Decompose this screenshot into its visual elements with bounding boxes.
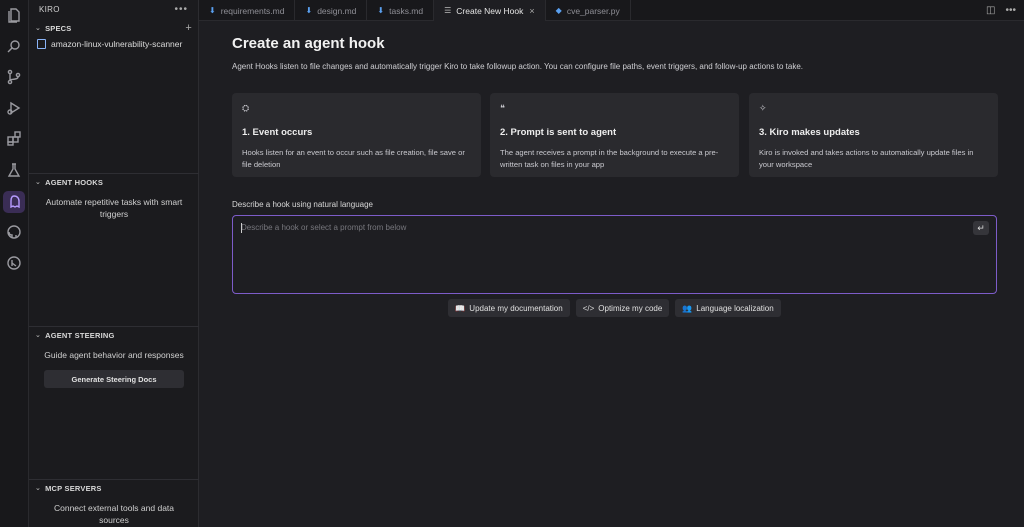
submit-enter-icon[interactable]: ↵ — [973, 221, 989, 235]
hook-description-input[interactable] — [233, 216, 953, 276]
tab-label: design.md — [317, 5, 357, 16]
hook-input-container: ↵ — [232, 215, 997, 294]
code-icon: </> — [582, 303, 595, 313]
step-card-event: ⛭ 1. Event occurs Hooks listen for an ev… — [232, 93, 481, 177]
specs-section-header[interactable]: ⌄ SPECS + — [29, 20, 198, 36]
activity-bar — [0, 0, 29, 527]
chevron-down-icon: ⌄ — [35, 485, 42, 492]
card-body: Kiro is invoked and takes actions to aut… — [759, 148, 974, 169]
people-icon: 👥 — [682, 303, 693, 313]
editor-actions: ◫ ••• — [986, 0, 1024, 20]
markdown-icon: ⬇ — [209, 6, 216, 15]
split-editor-icon[interactable]: ◫ — [986, 5, 995, 16]
sidebar-header: KIRO ••• — [29, 0, 198, 18]
search-icon[interactable] — [4, 36, 24, 56]
sidebar-title: KIRO — [39, 4, 60, 14]
markdown-icon: ⬇ — [305, 6, 313, 15]
suggestion-label: Update my documentation — [469, 303, 563, 313]
tab-cve-parser[interactable]: ◆ cve_parser.py — [546, 0, 631, 21]
extensions-icon[interactable] — [4, 129, 24, 149]
update-documentation-button[interactable]: 📖 Update my documentation — [448, 299, 570, 317]
run-debug-icon[interactable] — [4, 98, 24, 118]
testing-icon[interactable] — [4, 160, 24, 180]
hook-icon: ☰ — [444, 6, 452, 15]
sparkle-icon: ✧ — [759, 103, 767, 113]
chevron-down-icon: ⌄ — [35, 332, 42, 339]
card-title: 3. Kiro makes updates — [759, 127, 860, 138]
mcp-servers-section-header[interactable]: ⌄ MCP SERVERS — [29, 480, 199, 496]
text-cursor — [241, 223, 242, 233]
agent-steering-header-label: AGENT STEERING — [45, 330, 115, 340]
kiro-icon[interactable] — [3, 191, 25, 213]
python-icon: ◆ — [555, 6, 562, 15]
suggestion-label: Language localization — [696, 303, 774, 313]
agent-hooks-section-header[interactable]: ⌄ AGENT HOOKS — [29, 174, 199, 190]
close-icon[interactable]: × — [529, 6, 534, 16]
page-description: Agent Hooks listen to file changes and a… — [232, 62, 803, 71]
card-body: The agent receives a prompt in the backg… — [500, 148, 719, 169]
tab-label: cve_parser.py — [566, 5, 620, 16]
gitlens-icon[interactable] — [4, 253, 24, 273]
language-localization-button[interactable]: 👥 Language localization — [675, 299, 781, 317]
step-card-updates: ✧ 3. Kiro makes updates Kiro is invoked … — [749, 93, 998, 177]
generate-steering-docs-button[interactable]: Generate Steering Docs — [44, 370, 184, 388]
spec-item-label: amazon-linux-vulnerability-scanner — [51, 39, 183, 49]
source-control-icon[interactable] — [4, 67, 24, 87]
mcp-servers-text: Connect external tools and data sources — [53, 503, 175, 525]
agent-steering-section-header[interactable]: ⌄ AGENT STEERING — [29, 327, 199, 343]
card-title: 2. Prompt is sent to agent — [500, 127, 617, 138]
add-spec-icon[interactable]: + — [185, 22, 192, 34]
spec-item[interactable]: amazon-linux-vulnerability-scanner — [29, 36, 198, 52]
kiro-sidebar: KIRO ••• ⌄ SPECS + amazon-linux-vulnerab… — [29, 0, 199, 527]
book-icon: 📖 — [455, 303, 466, 313]
optimize-code-button[interactable]: </> Optimize my code — [575, 299, 670, 317]
tab-label: Create New Hook — [456, 5, 524, 16]
agent-hooks-header-label: AGENT HOOKS — [45, 177, 104, 187]
page-title: Create an agent hook — [232, 35, 385, 52]
event-icon: ⛭ — [242, 103, 250, 113]
agent-steering-text: Guide agent behavior and responses — [44, 350, 184, 360]
card-title: 1. Event occurs — [242, 127, 313, 138]
mcp-servers-header-label: MCP SERVERS — [45, 483, 102, 493]
github-icon[interactable] — [4, 222, 24, 242]
tab-requirements[interactable]: ⬇ requirements.md — [199, 0, 296, 21]
specs-header-label: SPECS — [45, 23, 72, 33]
markdown-icon: ⬇ — [377, 6, 385, 15]
tab-create-new-hook[interactable]: ☰ Create New Hook × — [434, 0, 546, 21]
tab-label: tasks.md — [389, 5, 424, 16]
more-horizontal-icon[interactable]: ••• — [174, 4, 188, 15]
chevron-down-icon: ⌄ — [35, 25, 42, 32]
quote-icon: ❝ — [500, 103, 505, 113]
prompt-suggestions: 📖 Update my documentation </> Optimize m… — [232, 299, 997, 317]
tab-design[interactable]: ⬇ design.md — [295, 0, 368, 21]
step-card-prompt: ❝ 2. Prompt is sent to agent The agent r… — [490, 93, 739, 177]
suggestion-label: Optimize my code — [598, 303, 663, 313]
hook-input-label: Describe a hook using natural language — [232, 200, 373, 209]
editor-tabbar: ⬇ requirements.md ⬇ design.md ⬇ tasks.md… — [199, 0, 1024, 21]
agent-hooks-text: Automate repetitive tasks with smart tri… — [45, 197, 183, 219]
card-body: Hooks listen for an event to occur such … — [242, 148, 465, 169]
spec-document-icon — [37, 39, 46, 49]
tab-label: requirements.md — [220, 5, 285, 16]
tab-tasks[interactable]: ⬇ tasks.md — [367, 0, 435, 21]
more-actions-icon[interactable]: ••• — [1005, 5, 1016, 16]
chevron-down-icon: ⌄ — [35, 179, 42, 186]
explorer-icon[interactable] — [4, 5, 24, 25]
